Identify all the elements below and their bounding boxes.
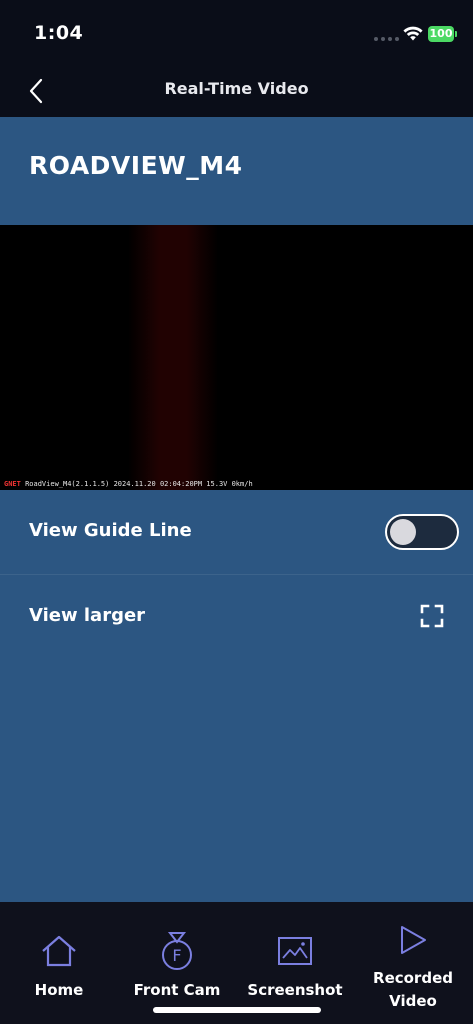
home-indicator — [153, 1007, 321, 1013]
front-cam-icon: F — [162, 932, 192, 970]
battery-icon: 100 — [428, 26, 457, 42]
video-frame — [128, 225, 218, 490]
guide-line-label: View Guide Line — [29, 520, 192, 541]
wifi-icon — [403, 26, 423, 41]
video-logo: GNET — [4, 480, 21, 488]
device-name: ROADVIEW_M4 — [29, 151, 243, 180]
tab-recorded-video-label-line2: Video — [389, 992, 437, 1010]
tab-front-cam[interactable]: F Front Cam — [118, 902, 236, 1024]
status-bar: 1:04 100 — [0, 0, 473, 64]
tab-bar: Home F Front Cam Screenshot Recorded Vid… — [0, 902, 473, 1024]
device-header: ROADVIEW_M4 — [0, 117, 473, 225]
fullscreen-expand-icon[interactable] — [419, 603, 445, 629]
guide-line-row: View Guide Line — [0, 490, 473, 575]
tab-screenshot-label: Screenshot — [247, 981, 343, 999]
toggle-knob — [390, 519, 416, 545]
svg-text:F: F — [172, 946, 181, 965]
tab-screenshot[interactable]: Screenshot — [236, 902, 354, 1024]
screenshot-icon — [278, 937, 312, 965]
view-larger-label: View larger — [29, 605, 146, 626]
video-timestamp-overlay: GNET RoadView_M4(2.1.1.5) 2024.11.20 02:… — [4, 480, 253, 488]
tab-home-label: Home — [34, 981, 84, 999]
status-time: 1:04 — [34, 22, 84, 44]
page-title: Real-Time Video — [164, 79, 309, 98]
play-icon — [401, 926, 426, 954]
guide-line-toggle[interactable] — [385, 514, 459, 550]
home-icon — [42, 935, 76, 967]
view-larger-row[interactable]: View larger — [0, 575, 473, 659]
video-overlay-text: RoadView_M4(2.1.1.5) 2024.11.20 02:04:20… — [25, 480, 253, 488]
tab-recorded-video[interactable]: Recorded Video — [354, 902, 472, 1024]
tab-recorded-video-label-line1: Recorded — [373, 969, 453, 987]
tab-home[interactable]: Home — [0, 902, 118, 1024]
navigation-bar: Real-Time Video — [0, 64, 473, 117]
live-video-view[interactable]: GNET RoadView_M4(2.1.1.5) 2024.11.20 02:… — [0, 225, 473, 490]
tab-front-cam-label: Front Cam — [133, 981, 221, 999]
cellular-signal-icon — [374, 37, 399, 41]
